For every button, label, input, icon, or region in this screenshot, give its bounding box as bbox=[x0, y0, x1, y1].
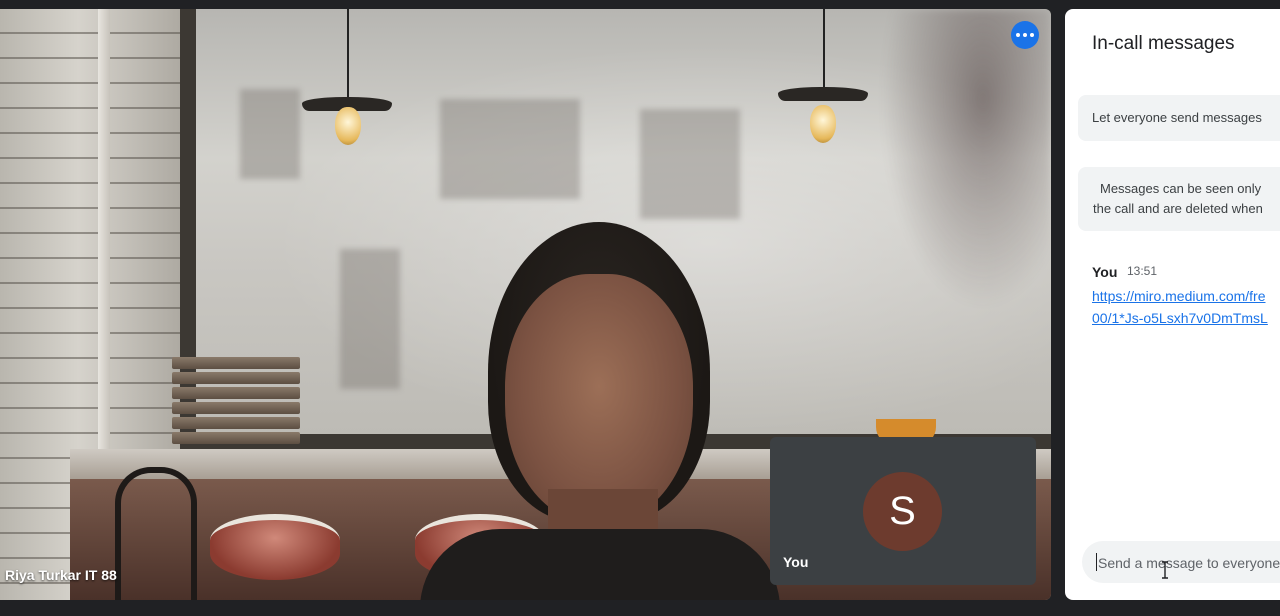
chat-info-text: the call and are deleted when bbox=[1093, 201, 1263, 216]
message-input[interactable] bbox=[1096, 541, 1280, 585]
video-background-tree bbox=[881, 9, 1051, 309]
participant-name-label: Riya Turkar IT 88 bbox=[5, 567, 117, 583]
text-caret bbox=[1096, 553, 1097, 571]
chat-info-text: Messages can be seen only bbox=[1100, 181, 1262, 196]
message-composer bbox=[1082, 541, 1280, 585]
self-view-tile[interactable]: S You bbox=[770, 437, 1036, 585]
text-cursor-icon bbox=[1162, 561, 1168, 579]
video-background-building bbox=[440, 99, 580, 199]
chat-info-notice: Messages can be seen only the call and a… bbox=[1078, 167, 1280, 231]
book-stack bbox=[172, 357, 300, 447]
lamp-cord bbox=[823, 9, 825, 89]
self-view-label: You bbox=[783, 554, 809, 570]
message-timestamp: 13:51 bbox=[1127, 264, 1158, 278]
message-sender: You bbox=[1092, 264, 1118, 280]
video-background-building bbox=[340, 249, 400, 389]
send-messages-toggle-label: Let everyone send messages bbox=[1092, 110, 1262, 125]
chair bbox=[115, 467, 197, 600]
video-background-building bbox=[640, 109, 740, 219]
avatar: S bbox=[863, 472, 942, 551]
more-options-button[interactable] bbox=[1011, 21, 1039, 49]
send-messages-toggle-row[interactable]: Let everyone send messages bbox=[1078, 95, 1280, 141]
message-link[interactable]: https://miro.medium.com/fre bbox=[1092, 288, 1266, 304]
video-background-building bbox=[240, 89, 300, 179]
message-link[interactable]: 00/1*Js-o5Lsxh7v0DmTmsL bbox=[1092, 310, 1268, 326]
lamp-cord bbox=[347, 9, 349, 99]
bar-stool bbox=[210, 514, 340, 580]
more-horizontal-icon bbox=[1016, 33, 1020, 37]
lamp-bulb bbox=[335, 107, 361, 145]
lamp-bulb bbox=[810, 105, 836, 143]
participant-body bbox=[420, 529, 780, 600]
panel-title: In-call messages bbox=[1092, 33, 1235, 54]
chat-panel: In-call messages Let everyone send messa… bbox=[1065, 9, 1280, 600]
pendant-lamp bbox=[778, 87, 868, 101]
participant-face bbox=[505, 274, 693, 524]
